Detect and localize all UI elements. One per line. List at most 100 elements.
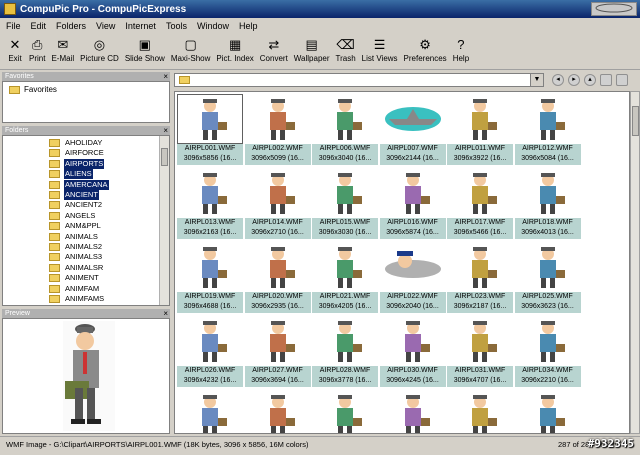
menu-window[interactable]: Window bbox=[197, 21, 229, 31]
thumbnail-item[interactable]: AIRPL011.WMF 3096x3922 (16... bbox=[447, 94, 513, 165]
thumbnail-item[interactable]: AIRPL018.WMF 3096x4013 (16... bbox=[514, 168, 581, 239]
thumbnail-item[interactable] bbox=[312, 390, 378, 433]
thumbnail-item[interactable]: AIRPL028.WMF 3096x3778 (16... bbox=[312, 316, 378, 387]
toolbar-button-help[interactable]: ? Help bbox=[450, 34, 472, 69]
thumbnail-image bbox=[447, 94, 513, 144]
thumbnail-item[interactable]: AIRPL021.WMF 3096x4205 (16... bbox=[312, 242, 378, 313]
toolbar-button-list-views[interactable]: ☰ List Views bbox=[359, 34, 401, 69]
address-field[interactable]: ▼ bbox=[174, 73, 544, 87]
thumbnail-item[interactable]: AIRPL030.WMF 3096x4245 (16... bbox=[379, 316, 446, 387]
close-icon[interactable]: × bbox=[163, 72, 168, 81]
folder-item[interactable]: ANGELS bbox=[49, 211, 96, 221]
thumbnail-filename: AIRPL011.WMF bbox=[454, 145, 506, 152]
menu-tools[interactable]: Tools bbox=[166, 21, 187, 31]
thumbnail-item[interactable]: AIRPL016.WMF 3096x5874 (16... bbox=[379, 168, 446, 239]
watermark: #932345 bbox=[587, 437, 634, 450]
thumbnail-item[interactable]: AIRPL002.WMF 3096x5099 (16... bbox=[244, 94, 311, 165]
thumbnail-item[interactable]: AIRPL013.WMF 3096x2163 (16... bbox=[177, 168, 243, 239]
folders-panel-title: Folders bbox=[5, 127, 29, 134]
folder-item[interactable]: AHOLIDAY bbox=[49, 138, 103, 148]
trash-icon: ⌫ bbox=[336, 37, 355, 52]
help-icon: ? bbox=[457, 37, 465, 52]
folders-scrollbar[interactable] bbox=[159, 136, 169, 305]
folder-item[interactable]: ANIMALSR bbox=[49, 263, 104, 273]
close-icon[interactable]: × bbox=[163, 126, 168, 135]
menu-folders[interactable]: Folders bbox=[56, 21, 86, 31]
toolbar-button-maxi-show[interactable]: ▢ Maxi-Show bbox=[168, 34, 214, 69]
thumbnail-caption: AIRPL030.WMF 3096x4245 (16... bbox=[379, 366, 446, 387]
thumbnail-item[interactable]: AIRPL007.WMF 3096x2144 (16... bbox=[379, 94, 446, 165]
folder-up-icon[interactable] bbox=[600, 74, 612, 86]
menu-help[interactable]: Help bbox=[239, 21, 258, 31]
menu-view[interactable]: View bbox=[96, 21, 115, 31]
thumbnail-item[interactable]: AIRPL019.WMF 3096x4688 (16... bbox=[177, 242, 243, 313]
folder-item[interactable]: ANM&PPL bbox=[49, 221, 102, 231]
thumbnail-item[interactable]: AIRPL026.WMF 3096x4232 (16... bbox=[177, 316, 243, 387]
favorites-item[interactable]: Favorites bbox=[9, 85, 57, 94]
folder-icon bbox=[49, 253, 60, 262]
thumbnail-info: 3096x3778 (16... bbox=[318, 377, 372, 384]
folder-item[interactable]: ANCIENT bbox=[49, 190, 99, 200]
toolbar-button-pict-index[interactable]: ▦ Pict. Index bbox=[213, 34, 256, 69]
thumbnail-item[interactable] bbox=[447, 390, 513, 433]
scrollbar-thumb[interactable] bbox=[632, 106, 639, 136]
toolbar-button-convert[interactable]: ⇄ Convert bbox=[257, 34, 291, 69]
toolbar-button-print[interactable]: ⎙ Print bbox=[26, 34, 48, 69]
thumbnail-item[interactable] bbox=[379, 390, 446, 433]
menu-file[interactable]: File bbox=[6, 21, 21, 31]
thumbnail-item[interactable]: AIRPL027.WMF 3096x3694 (16... bbox=[244, 316, 311, 387]
menu-edit[interactable]: Edit bbox=[31, 21, 47, 31]
toolbar-button-exit[interactable]: ✕ Exit bbox=[4, 34, 26, 69]
preview-panel bbox=[2, 318, 170, 434]
thumbnail-item[interactable]: AIRPL012.WMF 3096x5084 (16... bbox=[514, 94, 581, 165]
chevron-down-icon[interactable]: ▼ bbox=[530, 74, 543, 86]
thumbnail-item[interactable]: AIRPL020.WMF 3096x2935 (16... bbox=[244, 242, 311, 313]
thumbnail-item[interactable]: AIRPL034.WMF 3096x2210 (16... bbox=[514, 316, 581, 387]
thumbnail-item[interactable] bbox=[244, 390, 311, 433]
thumbnail-info: 3096x2935 (16... bbox=[251, 303, 304, 310]
thumbnail-item[interactable]: AIRPL031.WMF 3096x4707 (16... bbox=[447, 316, 513, 387]
folder-item[interactable]: ANIMFAMS bbox=[49, 294, 105, 304]
scrollbar-thumb[interactable] bbox=[161, 148, 168, 166]
folder-item[interactable]: ANIMALS3 bbox=[49, 252, 103, 262]
back-icon[interactable]: ◂ bbox=[552, 74, 564, 86]
thumbnail-item[interactable] bbox=[514, 390, 581, 433]
grid-scrollbar[interactable] bbox=[630, 91, 640, 434]
folder-item[interactable]: ANIMFAM bbox=[49, 284, 100, 294]
folder-item[interactable]: AIRFORCE bbox=[49, 148, 105, 158]
thumbnail-filename: AIRPL023.WMF bbox=[454, 293, 506, 300]
folders-panel: AHOLIDAY AIRFORCE AIRPORTS ALIENS AMERCANA AN… bbox=[2, 135, 170, 306]
forward-icon[interactable]: ▸ bbox=[568, 74, 580, 86]
folder-item[interactable]: ANCIENT2 bbox=[49, 200, 103, 210]
thumbnail-filename: AIRPL007.WMF bbox=[387, 145, 438, 152]
folder-item[interactable]: AMERCANA bbox=[49, 179, 109, 190]
toolbar-button-trash[interactable]: ⌫ Trash bbox=[333, 34, 359, 69]
thumbnail-item[interactable] bbox=[177, 390, 243, 433]
thumbnail-item[interactable]: AIRPL022.WMF 3096x2040 (16... bbox=[379, 242, 446, 313]
up-icon[interactable]: ▴ bbox=[584, 74, 596, 86]
thumbnail-item[interactable]: AIRPL015.WMF 3096x3030 (16... bbox=[312, 168, 378, 239]
toolbar-button-picture-cd[interactable]: ◎ Picture CD bbox=[77, 34, 122, 69]
folder-item[interactable]: ANIMENT bbox=[49, 273, 100, 283]
thumbnail-item[interactable]: AIRPL014.WMF 3096x2710 (16... bbox=[244, 168, 311, 239]
new-folder-icon[interactable] bbox=[616, 74, 628, 86]
toolbar-button-e-mail[interactable]: ✉ E-Mail bbox=[48, 34, 77, 69]
thumbnail-info: 3096x5466 (16... bbox=[453, 229, 507, 236]
thumbnail-item[interactable]: AIRPL023.WMF 3096x2187 (16... bbox=[447, 242, 513, 313]
folder-item[interactable]: AIRPORTS bbox=[49, 158, 105, 169]
toolbar-button-preferences[interactable]: ⚙ Preferences bbox=[401, 34, 450, 69]
toolbar-button-slide-show[interactable]: ▣ Slide Show bbox=[122, 34, 168, 69]
folder-item[interactable]: ANIMALS2 bbox=[49, 242, 103, 252]
toolbar-button-wallpaper[interactable]: ▤ Wallpaper bbox=[291, 34, 333, 69]
folder-item[interactable]: ALIENS bbox=[49, 169, 93, 180]
folder-item[interactable]: ANIMALS bbox=[49, 232, 99, 242]
thumbnail-item[interactable]: AIRPL006.WMF 3096x3040 (16... bbox=[312, 94, 378, 165]
menu-internet[interactable]: Internet bbox=[125, 21, 156, 31]
thumbnail-item[interactable]: AIRPL001.WMF 3096x5856 (16... bbox=[177, 94, 243, 165]
thumbnail-filename: AIRPL028.WMF bbox=[319, 367, 371, 374]
thumbnail-info: 3096x4232 (16... bbox=[183, 377, 237, 384]
folder-icon bbox=[49, 274, 60, 283]
thumbnail-item[interactable]: AIRPL025.WMF 3096x3623 (16... bbox=[514, 242, 581, 313]
close-icon[interactable]: × bbox=[163, 309, 168, 318]
thumbnail-item[interactable]: AIRPL017.WMF 3096x5466 (16... bbox=[447, 168, 513, 239]
